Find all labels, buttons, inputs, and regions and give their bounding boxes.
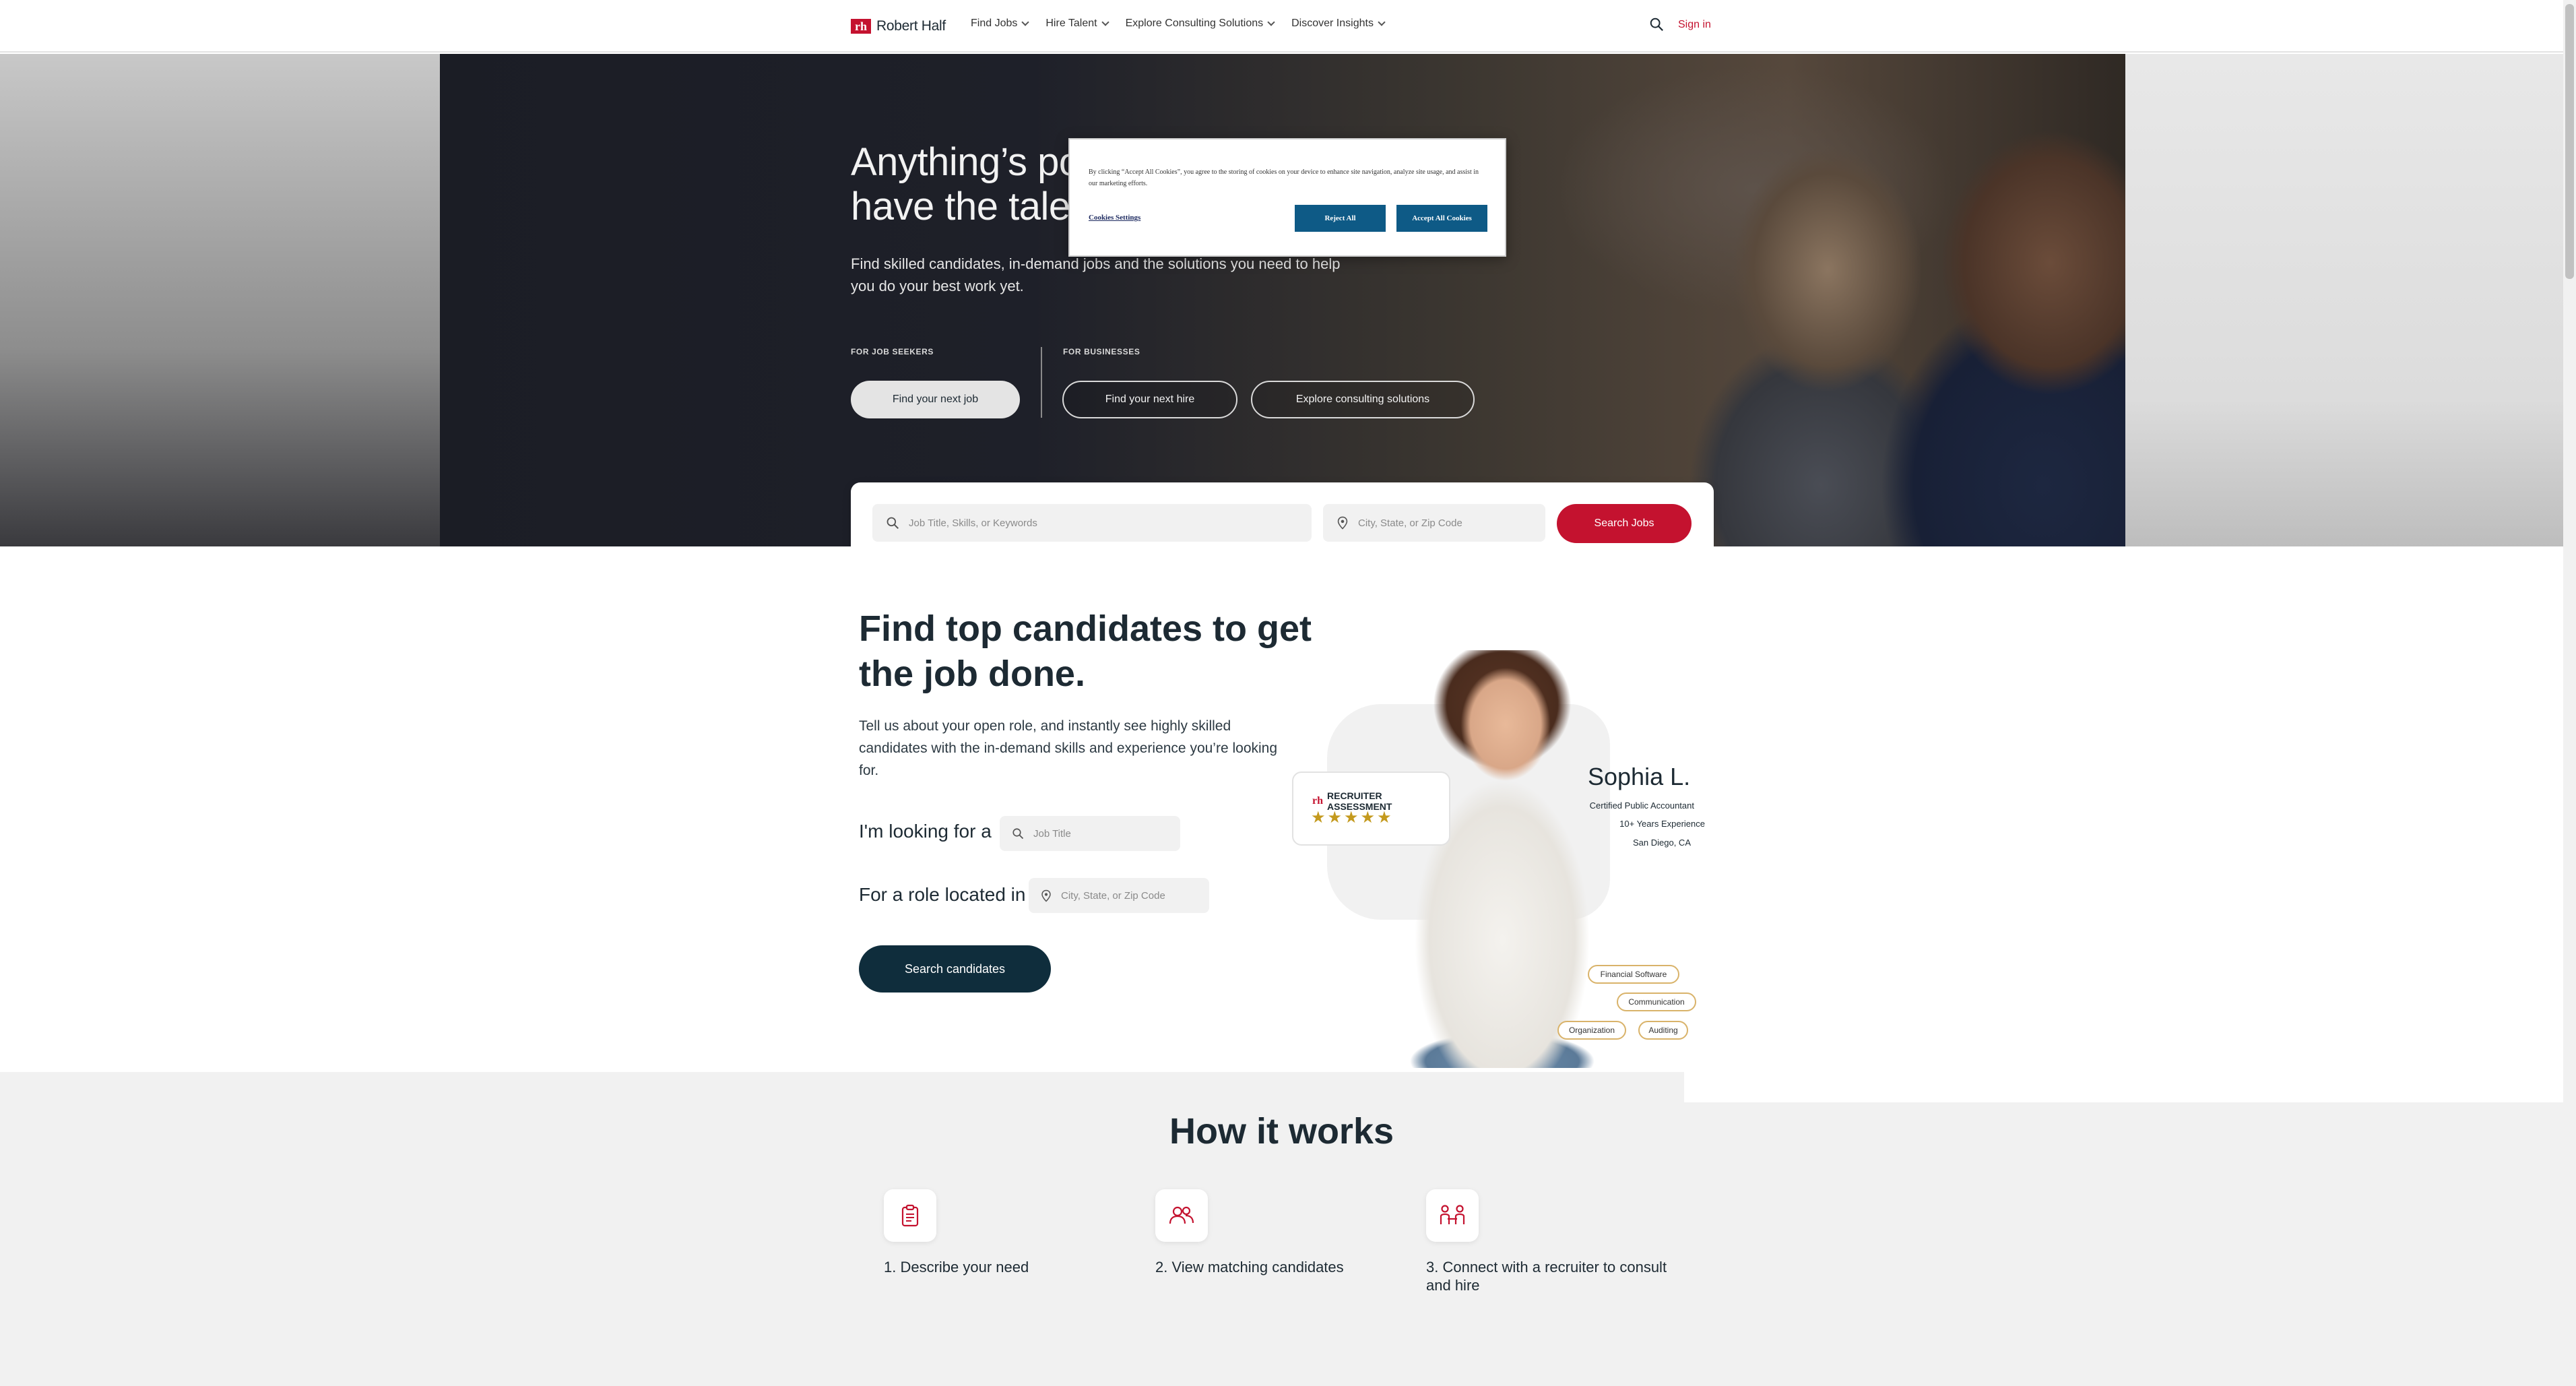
candidate-location-placeholder: City, State, or Zip Code	[1061, 889, 1165, 902]
nav-explore-consulting[interactable]: Explore Consulting Solutions	[1126, 18, 1275, 30]
section-shelf	[1684, 1072, 2563, 1102]
search-icon[interactable]	[1649, 17, 1664, 32]
nav-find-jobs[interactable]: Find Jobs	[971, 18, 1030, 30]
clipboard-icon	[884, 1189, 936, 1242]
hero-side-right	[2125, 54, 2563, 546]
site-header: rh Robert Half Find Jobs Hire Talent Exp…	[0, 0, 2563, 53]
skill-tag: Communication	[1617, 993, 1696, 1011]
main-nav: Find Jobs Hire Talent Explore Consulting…	[971, 18, 1386, 30]
chevron-down-icon	[1267, 18, 1275, 26]
businesses-label: FOR BUSINESSES	[1063, 347, 1140, 356]
nav-hire-talent[interactable]: Hire Talent	[1045, 18, 1109, 30]
find-next-job-button[interactable]: Find your next job	[851, 381, 1020, 418]
search-candidates-button[interactable]: Search candidates	[859, 945, 1051, 993]
hero-photo	[440, 54, 2125, 546]
sign-in-link[interactable]: Sign in	[1678, 19, 1711, 31]
search-icon	[887, 517, 899, 530]
nav-hire-talent-label: Hire Talent	[1045, 18, 1097, 29]
cookie-consent-text: By clicking “Accept All Cookies”, you ag…	[1089, 168, 1479, 187]
chevron-down-icon	[1378, 18, 1386, 26]
reject-all-button[interactable]: Reject All	[1295, 205, 1386, 232]
skill-tag: Organization	[1557, 1021, 1626, 1040]
nav-find-jobs-label: Find Jobs	[971, 18, 1018, 29]
candidate-location: San Diego, CA	[1633, 838, 1691, 848]
accept-all-cookies-button[interactable]: Accept All Cookies	[1396, 205, 1487, 232]
job-keywords-placeholder: Job Title, Skills, or Keywords	[909, 517, 1037, 529]
nav-explore-consulting-label: Explore Consulting Solutions	[1125, 18, 1264, 29]
job-keywords-input[interactable]: Job Title, Skills, or Keywords	[872, 504, 1312, 542]
step-3-label: 3. Connect with a recruiter to consult a…	[1426, 1259, 1667, 1294]
hero-title-line-2: have the taler	[851, 185, 1083, 228]
logo-text: Robert Half	[876, 18, 946, 34]
candidate-title: Certified Public Accountant	[1589, 800, 1694, 811]
location-pin-icon	[1337, 516, 1348, 530]
skill-tag: Auditing	[1638, 1021, 1688, 1040]
candidate-experience: 10+ Years Experience	[1619, 819, 1705, 829]
step-2-label: 2. View matching candidates	[1155, 1259, 1344, 1275]
explore-consulting-button[interactable]: Explore consulting solutions	[1251, 381, 1475, 418]
people-icon	[1155, 1189, 1208, 1242]
hero-subtitle: Find skilled candidates, in-demand jobs …	[851, 255, 1341, 294]
cookie-consent-dialog: By clicking “Accept All Cookies”, you ag…	[1068, 138, 1506, 257]
located-in-label: For a role located in	[859, 884, 1026, 905]
search-icon	[1012, 828, 1024, 840]
hero-side-left	[0, 54, 440, 546]
star-icon: ★	[1360, 809, 1376, 827]
hero-title-line-1: Anything’s po	[851, 140, 1081, 184]
chevron-down-icon	[1021, 18, 1030, 26]
looking-for-label: I'm looking for a	[859, 821, 992, 842]
location-pin-icon	[1041, 889, 1051, 902]
candidate-location-input[interactable]: City, State, or Zip Code	[1029, 878, 1209, 913]
candidate-photo	[1367, 650, 1637, 1068]
nav-discover-insights[interactable]: Discover Insights	[1291, 18, 1386, 30]
star-icon: ★	[1377, 809, 1392, 827]
job-location-placeholder: City, State, or Zip Code	[1358, 517, 1462, 529]
skill-tag: Financial Software	[1588, 965, 1679, 984]
star-icon: ★	[1327, 809, 1343, 827]
find-next-hire-button[interactable]: Find your next hire	[1062, 381, 1237, 418]
candidates-title: Find top candidates to get the job done.	[859, 608, 1312, 694]
scrollbar-thumb[interactable]	[2565, 4, 2574, 279]
candidate-name: Sophia L.	[1588, 763, 1691, 790]
job-location-input[interactable]: City, State, or Zip Code	[1323, 504, 1545, 542]
how-it-works-title: How it works	[1169, 1111, 1394, 1152]
candidates-subtitle: Tell us about your open role, and instan…	[859, 718, 1278, 778]
candidate-job-title-input[interactable]: Job Title	[1000, 816, 1180, 851]
nav-discover-insights-label: Discover Insights	[1291, 18, 1374, 29]
chevron-down-icon	[1101, 18, 1109, 26]
logo-mark: rh	[851, 19, 871, 34]
star-icon: ★	[1344, 809, 1359, 827]
star-icon: ★	[1311, 809, 1326, 827]
candidate-job-title-placeholder: Job Title	[1033, 827, 1071, 840]
meeting-icon	[1426, 1189, 1479, 1242]
star-rating: ★ ★ ★ ★ ★	[1311, 810, 1392, 826]
cookies-settings-link[interactable]: Cookies Settings	[1089, 214, 1140, 222]
page-scrollbar[interactable]	[2563, 0, 2576, 1386]
rh-logo-icon: rh	[1312, 795, 1323, 807]
search-jobs-button[interactable]: Search Jobs	[1557, 504, 1692, 543]
step-1-label: 1. Describe your need	[884, 1259, 1029, 1275]
job-seekers-label: FOR JOB SEEKERS	[851, 347, 934, 356]
recruiter-assessment-card: rh RECRUITER ASSESSMENT ★ ★ ★ ★ ★	[1292, 771, 1450, 846]
hero-divider	[1041, 347, 1042, 418]
robert-half-logo[interactable]: rh Robert Half	[851, 18, 946, 35]
